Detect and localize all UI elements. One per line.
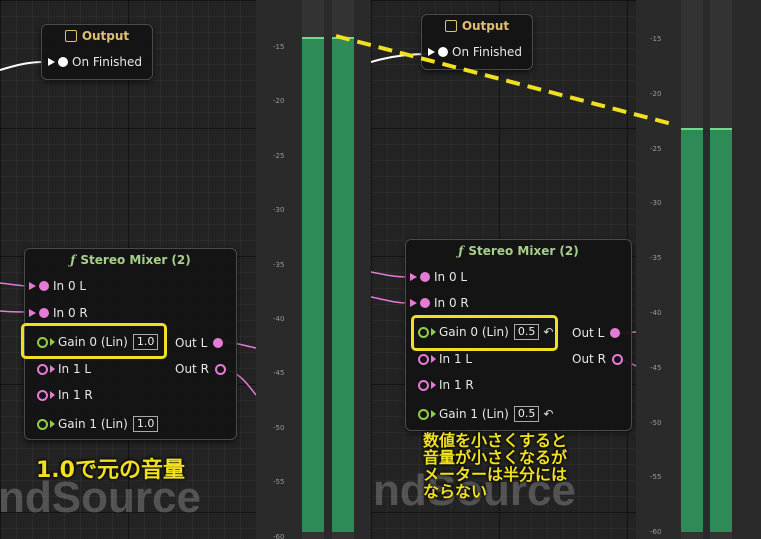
mixer-node-header: ƒ Stereo Mixer (2) <box>458 244 579 258</box>
audio-arrow-icon <box>50 391 55 399</box>
output-node-header: Output <box>42 25 152 47</box>
input-pin-in0l[interactable]: In 0 L <box>410 270 467 284</box>
audio-arrow-icon <box>29 282 36 290</box>
meter-bar-left-l <box>302 37 324 532</box>
pin-icon <box>58 57 68 67</box>
audio-arrow-icon <box>29 309 36 317</box>
meter-tick-label: -40 <box>650 309 662 317</box>
meter-tick-label: -60 <box>650 528 662 537</box>
meter-tick-label: -50 <box>273 423 285 432</box>
output-pin-outl[interactable]: Out L <box>572 326 624 340</box>
input-pin-in1r[interactable]: In 1 R <box>37 388 93 402</box>
audio-pin-icon <box>213 338 224 348</box>
meter-bar-right-l <box>681 127 703 532</box>
audio-pin-icon <box>610 328 621 338</box>
gain-highlight-box <box>411 315 558 351</box>
input-pin-in1r[interactable]: In 1 R <box>418 378 474 392</box>
audio-arrow-icon <box>50 365 55 373</box>
output-pin-outl[interactable]: Out L <box>175 336 227 350</box>
audio-pin-icon <box>420 272 430 282</box>
meter-tick-label: -35 <box>650 254 662 263</box>
meter-tick-label: -20 <box>650 89 662 98</box>
audio-pin-icon <box>611 353 623 365</box>
audio-pin-icon <box>39 281 49 291</box>
caption-line: メーターは半分には <box>423 465 568 484</box>
exec-pin-icon <box>48 58 55 66</box>
on-finished-pin[interactable]: On Finished <box>48 55 142 69</box>
output-icon <box>444 20 457 32</box>
meter-tick-label: -25 <box>273 151 285 160</box>
meter-bar-right-r <box>710 127 732 532</box>
exec-pin-icon <box>428 48 435 56</box>
meter-tick-label: -50 <box>650 418 662 427</box>
audio-pin-icon <box>418 379 429 391</box>
input-pin-gain1[interactable]: Gain 1 (Lin) 0.5 ↶ <box>418 406 553 422</box>
audio-pin-icon <box>37 363 48 375</box>
output-icon <box>64 30 77 42</box>
meter-tick-label: -30 <box>273 206 285 215</box>
right-meter-panel: -15 -20 -25 -30 -35 -40 -45 -50 -55 -60 <box>636 0 761 539</box>
gain1-value-field[interactable]: 0.5 <box>513 406 540 422</box>
function-icon: ƒ <box>70 253 76 267</box>
audio-pin-icon <box>418 353 429 365</box>
reset-to-default-icon[interactable]: ↶ <box>543 407 553 421</box>
gain-highlight-box <box>21 323 167 359</box>
caption-line: 音量が小さくなるが <box>423 448 568 467</box>
meter-tick-label: -15 <box>273 43 285 51</box>
pin-icon <box>438 47 448 57</box>
function-icon: ƒ <box>458 244 464 258</box>
meter-tick-label: -15 <box>650 35 662 43</box>
meter-tick-label: -40 <box>273 315 285 323</box>
output-node[interactable]: Output On Finished <box>41 24 153 80</box>
on-finished-pin[interactable]: On Finished <box>428 45 522 59</box>
meter-tick-label: -45 <box>650 363 662 372</box>
meter-tick-label: -30 <box>650 199 662 208</box>
audio-pin-icon <box>420 298 430 308</box>
input-pin-in0r[interactable]: In 0 R <box>410 296 469 310</box>
right-graph-canvas[interactable]: Output On Finished ƒ Stereo Mixer (2) In… <box>371 0 636 539</box>
audio-arrow-icon <box>410 273 417 281</box>
meter-tick-label: -20 <box>273 97 285 106</box>
audio-arrow-icon <box>431 355 436 363</box>
mixer-node-header: ƒ Stereo Mixer (2) <box>70 253 191 267</box>
float-arrow-icon <box>50 420 55 428</box>
audio-arrow-icon <box>431 381 436 389</box>
audio-pin-icon <box>37 389 48 401</box>
meter-tick-label: -55 <box>650 473 662 482</box>
meter-tick-label: -35 <box>273 260 285 269</box>
caption-line: 数値を小さくすると <box>423 431 568 450</box>
audio-pin-icon <box>39 308 49 318</box>
input-pin-in1l[interactable]: In 1 L <box>37 362 91 376</box>
float-pin-icon <box>418 408 429 420</box>
left-meter-panel: -15 -20 -25 -30 -35 -40 -45 -50 -55 -60 <box>256 0 371 539</box>
output-pin-outr[interactable]: Out R <box>175 362 230 376</box>
gain1-value-field[interactable]: 1.0 <box>132 416 159 432</box>
meter-bar-left-r <box>332 37 354 532</box>
caption-right: 数値を小さくすると 音量が小さくなるが メーターは半分には ならない <box>423 432 567 500</box>
input-pin-in0l[interactable]: In 0 L <box>29 279 86 293</box>
output-node-header: Output <box>422 15 532 37</box>
left-graph-canvas[interactable]: Output On Finished ƒ Stereo Mixer (2) In… <box>0 0 256 539</box>
input-pin-in1l[interactable]: In 1 L <box>418 352 472 366</box>
meter-tick-label: -25 <box>650 144 662 153</box>
output-pin-outr[interactable]: Out R <box>572 352 627 366</box>
meter-tick-label: -55 <box>273 478 285 487</box>
audio-pin-icon <box>214 363 226 375</box>
meter-tick-label: -45 <box>273 369 285 378</box>
float-pin-icon <box>37 418 48 430</box>
meter-tick-label: -60 <box>273 532 285 539</box>
audio-arrow-icon <box>410 299 417 307</box>
output-node[interactable]: Output On Finished <box>421 14 533 70</box>
input-pin-gain1[interactable]: Gain 1 (Lin) 1.0 <box>37 416 159 432</box>
caption-left: 1.0で元の音量 <box>36 458 185 483</box>
caption-line: ならない <box>423 482 488 501</box>
input-pin-in0r[interactable]: In 0 R <box>29 306 88 320</box>
float-arrow-icon <box>431 410 436 418</box>
